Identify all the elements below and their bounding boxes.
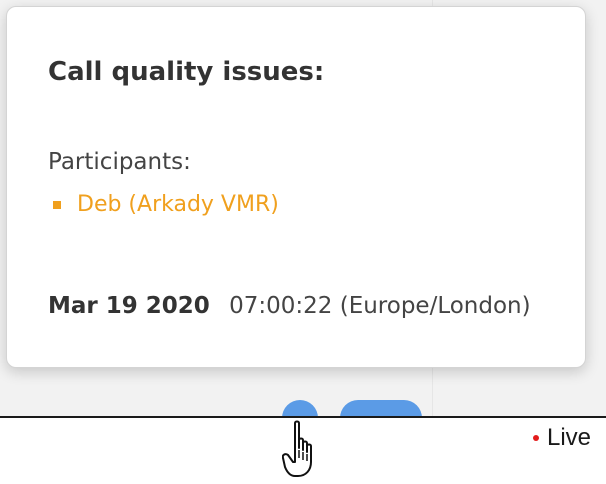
live-indicator[interactable]: Live xyxy=(532,424,591,452)
event-timestamp: Mar 19 2020 07:00:22 (Europe/London) xyxy=(48,293,531,319)
timeline-axis xyxy=(0,416,606,418)
square-bullet-icon xyxy=(53,200,61,209)
event-date: Mar 19 2020 xyxy=(48,293,210,319)
participant-name: Deb (Arkady VMR) xyxy=(77,192,279,217)
hand-pointer-icon xyxy=(282,420,312,477)
live-dot-icon xyxy=(532,435,539,441)
participant-item: Deb (Arkady VMR) xyxy=(48,192,279,217)
call-quality-tooltip: Call quality issues: Participants: Deb (… xyxy=(6,6,586,368)
participants-label: Participants: xyxy=(48,149,191,175)
live-label: Live xyxy=(546,424,591,451)
tooltip-title: Call quality issues: xyxy=(48,57,325,87)
event-time: 07:00:22 (Europe/London) xyxy=(229,293,531,319)
